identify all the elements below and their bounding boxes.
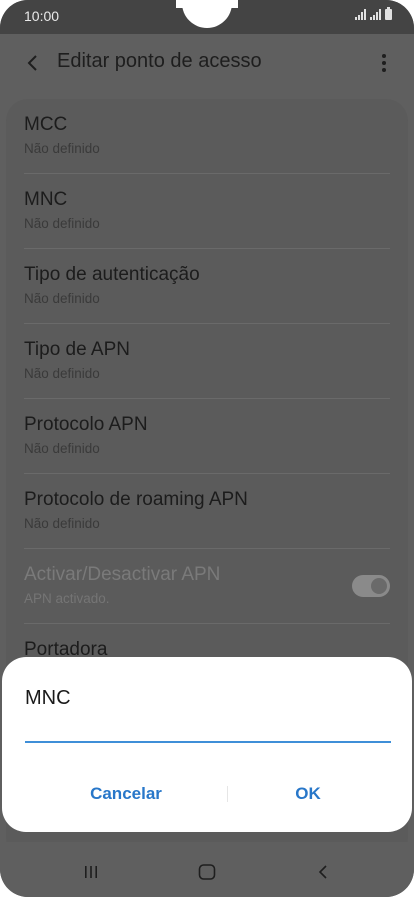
- setting-apn-protocol[interactable]: Protocolo APN Não definido: [24, 399, 390, 474]
- chevron-left-icon: [27, 55, 37, 71]
- signal-icon-2: [370, 9, 381, 20]
- nav-back-icon: [318, 865, 327, 879]
- switch-knob: [369, 576, 389, 596]
- more-vertical-icon-dot: [382, 68, 386, 72]
- setting-title: Protocolo de roaming APN: [24, 489, 248, 510]
- setting-subtitle: APN activado.: [24, 591, 110, 606]
- mnc-input[interactable]: [25, 719, 391, 743]
- setting-title: MCC: [24, 114, 68, 135]
- status-icons: [355, 7, 392, 20]
- signal-icon: [355, 9, 366, 20]
- home-icon: [198, 864, 216, 880]
- setting-auth-type[interactable]: Tipo de autenticação Não definido: [24, 249, 390, 324]
- setting-subtitle: Não definido: [24, 441, 100, 456]
- apn-enable-switch: [352, 575, 390, 597]
- cancel-button[interactable]: Cancelar: [36, 779, 216, 809]
- home-button[interactable]: [192, 860, 222, 884]
- setting-title: Tipo de autenticação: [24, 264, 200, 285]
- setting-apn-type[interactable]: Tipo de APN Não definido: [24, 324, 390, 399]
- recents-icon: [85, 866, 97, 878]
- setting-subtitle: Não definido: [24, 366, 100, 381]
- setting-title: MNC: [24, 189, 68, 210]
- phone-screen: 10:00 Editar ponto de acesso MCC Não def…: [0, 0, 414, 897]
- setting-subtitle: Não definido: [24, 216, 100, 231]
- setting-apn-toggle: Activar/Desactivar APN APN activado.: [24, 549, 390, 624]
- setting-title: Activar/Desactivar APN: [24, 564, 221, 585]
- battery-icon: [385, 7, 392, 20]
- more-vertical-icon: [382, 54, 386, 58]
- navigation-bar: [0, 842, 414, 897]
- setting-title: Tipo de APN: [24, 339, 130, 360]
- nav-back-button[interactable]: [308, 860, 338, 884]
- more-options-button[interactable]: [374, 48, 394, 78]
- setting-subtitle: Não definido: [24, 141, 100, 156]
- setting-mnc[interactable]: MNC Não definido: [24, 174, 390, 249]
- dialog-title: MNC: [25, 687, 71, 709]
- ok-button[interactable]: OK: [218, 779, 398, 809]
- setting-subtitle: Não definido: [24, 291, 100, 306]
- back-button[interactable]: [18, 48, 48, 78]
- recents-button[interactable]: [76, 860, 106, 884]
- setting-roaming-protocol[interactable]: Protocolo de roaming APN Não definido: [24, 474, 390, 549]
- setting-title: Protocolo APN: [24, 414, 148, 435]
- app-bar: Editar ponto de acesso: [0, 34, 414, 98]
- page-title: Editar ponto de acesso: [57, 50, 262, 72]
- setting-mcc[interactable]: MCC Não definido: [24, 99, 390, 174]
- mnc-dialog: MNC Cancelar OK: [2, 657, 412, 832]
- more-vertical-icon-dot: [382, 61, 386, 65]
- status-time: 10:00: [24, 8, 60, 24]
- setting-subtitle: Não definido: [24, 516, 100, 531]
